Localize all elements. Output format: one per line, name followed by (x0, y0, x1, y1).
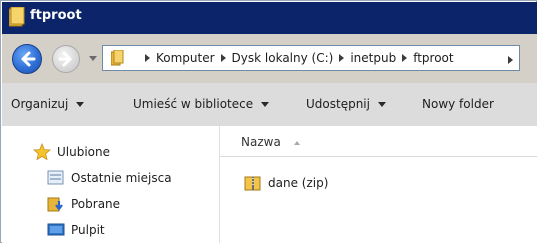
sort-ascending-icon (294, 141, 300, 145)
breadcrumb-separator-icon[interactable] (220, 54, 226, 62)
include-in-library-label: Umieść w bibliotece (133, 97, 254, 111)
breadcrumb: Komputer Dysk lokalny (C:) inetpub ftpro… (139, 46, 454, 70)
forward-button[interactable] (52, 45, 80, 73)
organize-button[interactable]: Organizuj (11, 97, 85, 111)
nav-item-label: Ulubione (57, 145, 111, 159)
address-bar: Komputer Dysk lokalny (C:) inetpub ftpro… (2, 34, 537, 83)
breadcrumb-ftproot[interactable]: ftproot (413, 51, 453, 65)
star-icon (32, 142, 52, 161)
share-label: Udostępnij (306, 97, 370, 111)
navigation-pane: Ulubione Ostatnie miejsca Pobrane Pulpit (2, 126, 220, 243)
zip-folder-icon (244, 174, 262, 192)
command-bar: Organizuj Umieść w bibliotece Udostępnij… (2, 83, 537, 126)
back-button[interactable] (12, 44, 42, 74)
share-button[interactable]: Udostępnij (306, 97, 386, 111)
new-folder-button[interactable]: Nowy folder (422, 97, 494, 111)
organize-label: Organizuj (11, 97, 69, 111)
nav-item-label: Pulpit (71, 223, 105, 237)
nav-item-favorites[interactable]: Ulubione (32, 142, 111, 161)
chevron-down-icon (377, 102, 386, 107)
column-header-name[interactable]: Nazwa (220, 126, 537, 157)
breadcrumb-dysk-lokalny[interactable]: Dysk lokalny (C:) (232, 51, 334, 65)
file-list: Nazwa dane (zip) (220, 126, 537, 243)
nav-item-downloads[interactable]: Pobrane (47, 195, 120, 213)
breadcrumb-separator-icon[interactable] (402, 54, 408, 62)
window-title: ftproot (30, 8, 82, 23)
breadcrumb-inetpub[interactable]: inetpub (350, 51, 396, 65)
folder-icon (8, 6, 25, 27)
forward-arrow-icon (58, 51, 72, 67)
address-field[interactable]: Komputer Dysk lokalny (C:) inetpub ftpro… (102, 45, 520, 71)
nav-item-desktop[interactable]: Pulpit (47, 221, 105, 239)
breadcrumb-overflow-icon[interactable] (508, 56, 513, 64)
folder-icon (110, 49, 127, 66)
nav-item-label: Ostatnie miejsca (71, 171, 172, 185)
chevron-down-icon (261, 102, 270, 107)
breadcrumb-komputer[interactable]: Komputer (156, 51, 215, 65)
nav-item-label: Pobrane (71, 197, 121, 211)
list-item[interactable]: dane (zip) (244, 174, 328, 192)
breadcrumb-separator-icon[interactable] (145, 54, 150, 62)
recent-places-icon (47, 169, 65, 187)
new-folder-label: Nowy folder (422, 97, 494, 111)
chevron-down-icon (76, 102, 85, 107)
explorer-window: ftproot Komputer Dysk lokalny (C:) inetp… (0, 0, 537, 243)
file-name: dane (zip) (268, 176, 329, 190)
title-bar[interactable]: ftproot (2, 2, 537, 34)
include-in-library-button[interactable]: Umieść w bibliotece (133, 97, 270, 111)
back-arrow-icon (21, 51, 36, 67)
nav-item-recent-places[interactable]: Ostatnie miejsca (47, 169, 172, 187)
desktop-icon (47, 221, 65, 239)
recent-pages-dropdown[interactable] (89, 56, 97, 61)
breadcrumb-separator-icon[interactable] (339, 54, 345, 62)
column-header-label: Nazwa (241, 135, 281, 149)
downloads-folder-icon (47, 195, 65, 213)
